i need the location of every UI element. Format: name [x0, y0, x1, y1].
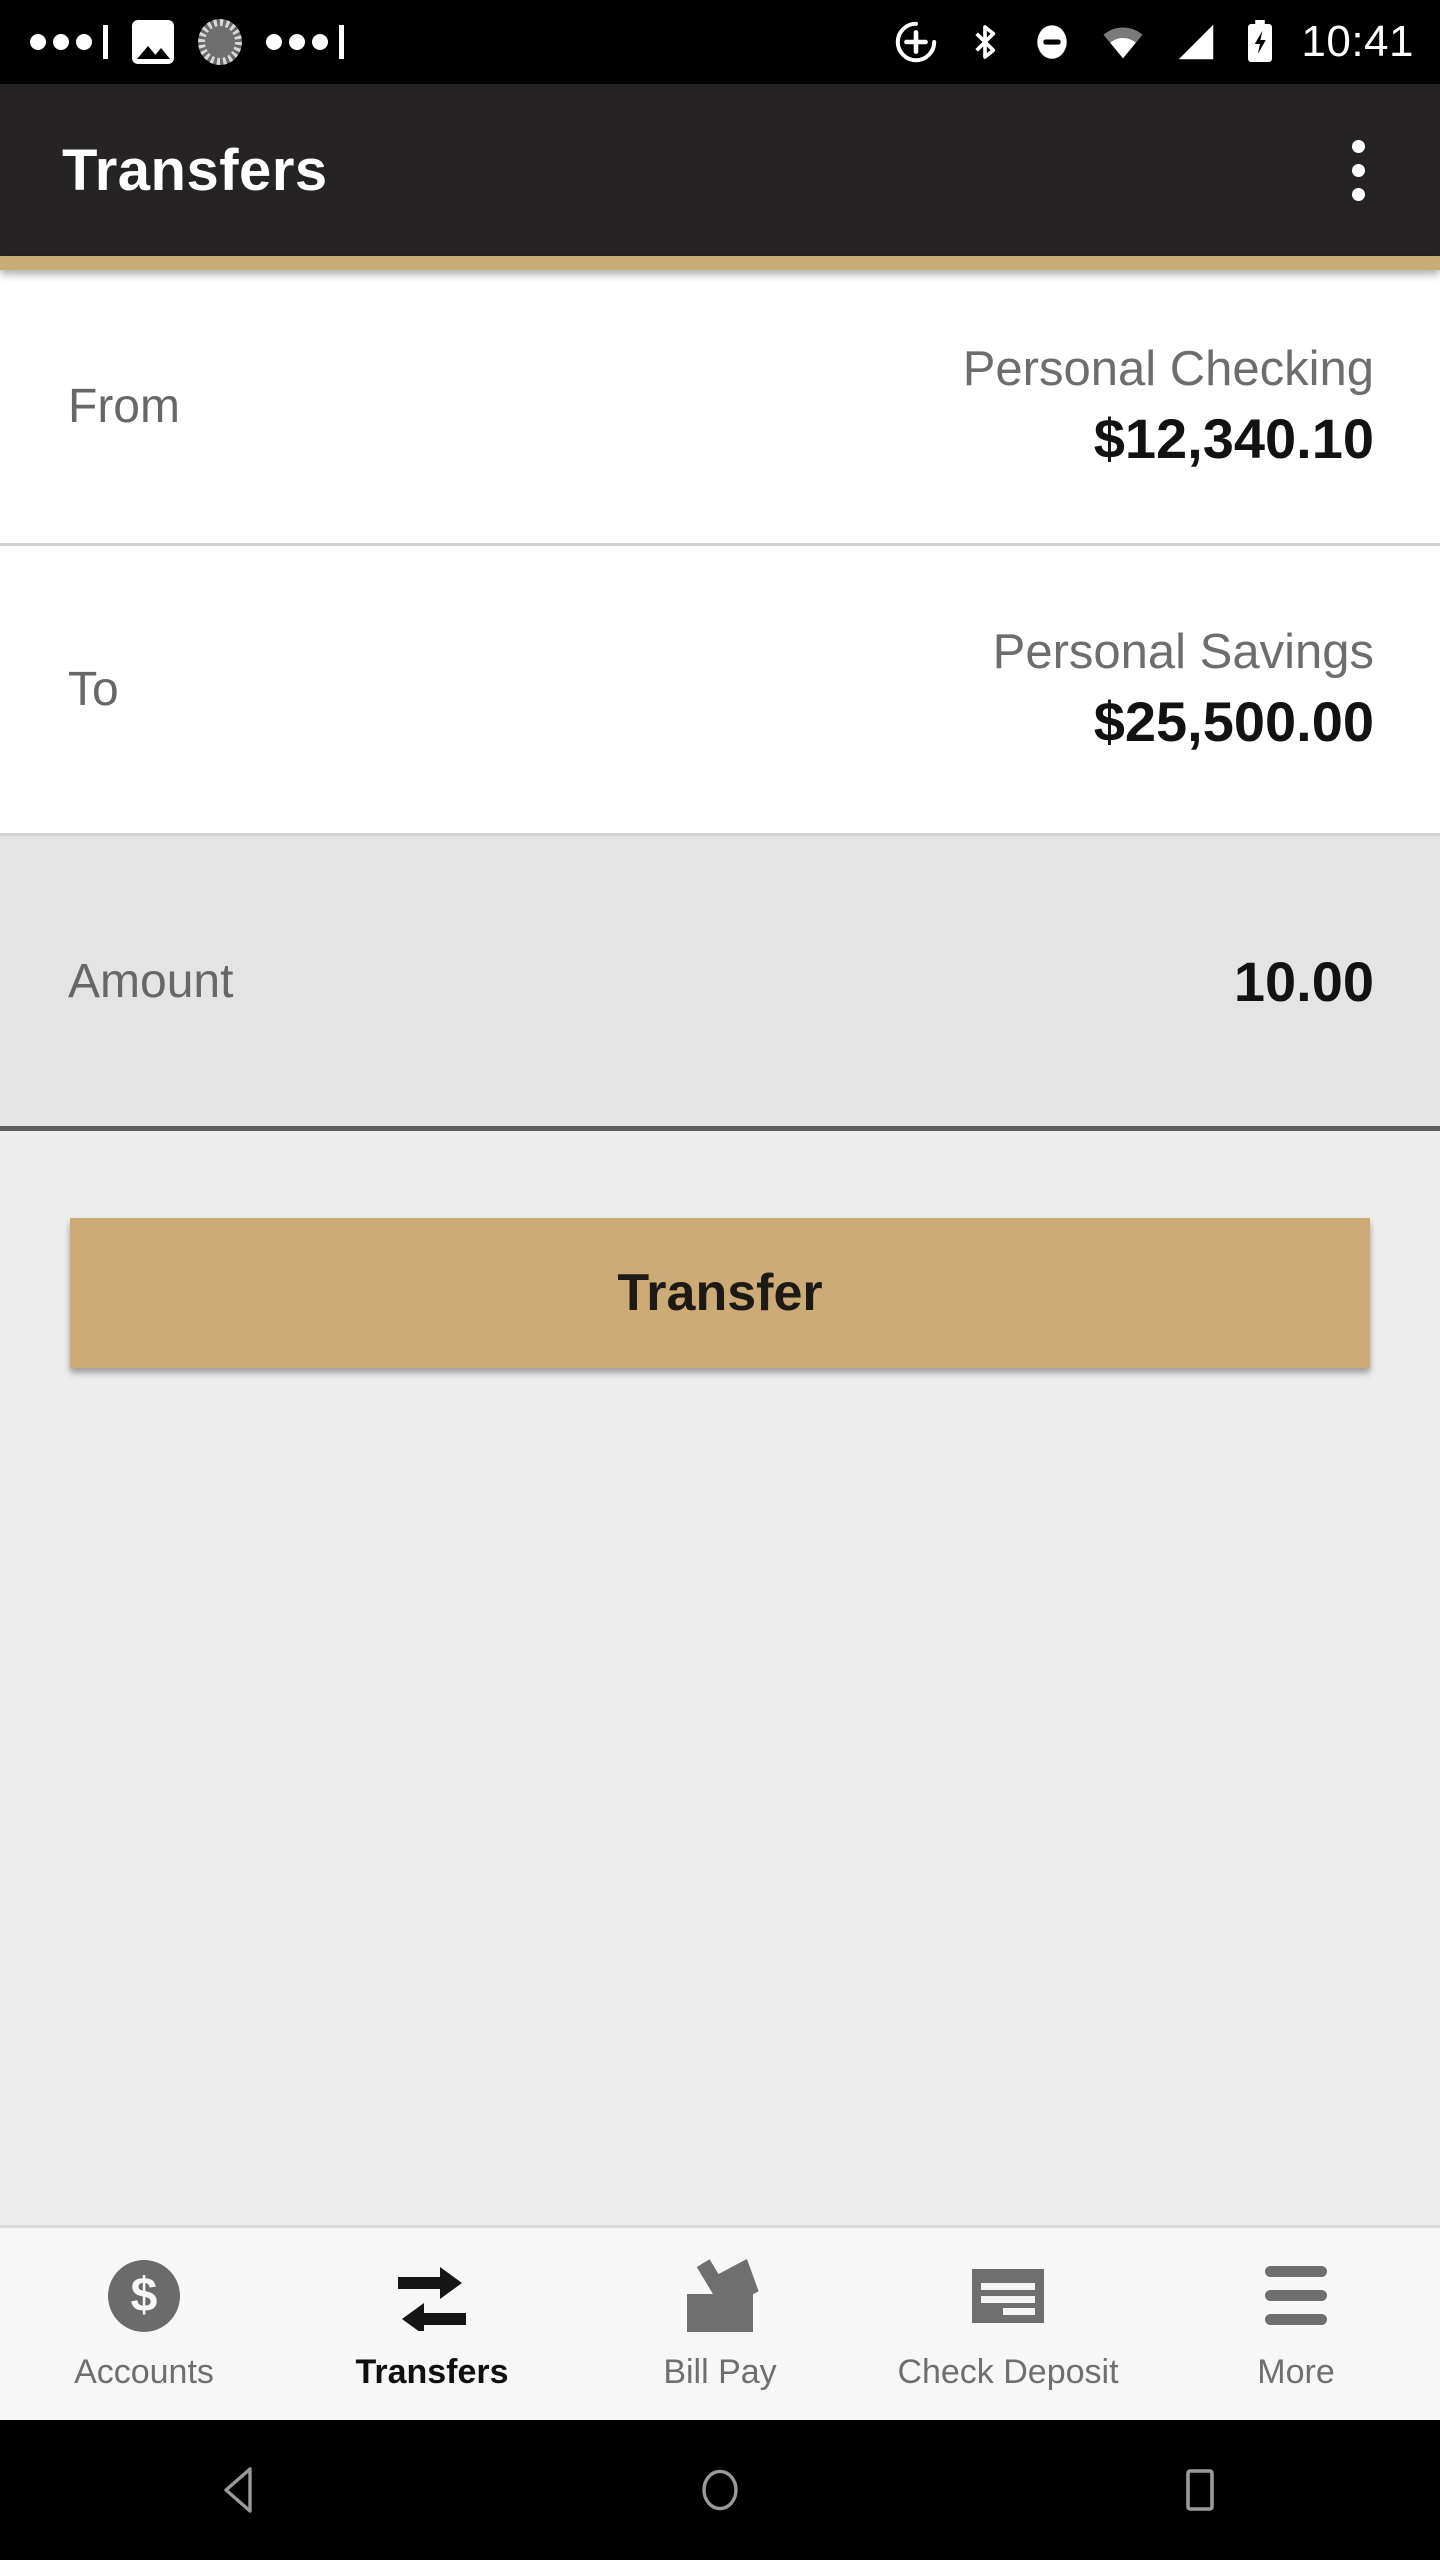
to-account-values: Personal Savings $25,500.00 — [993, 624, 1374, 756]
dollar-coin-icon: $ — [105, 2257, 183, 2335]
accent-bar — [0, 256, 1440, 270]
nav-label-accounts: Accounts — [74, 2352, 214, 2391]
notification-dots-icon-2 — [266, 25, 344, 59]
to-account-name: Personal Savings — [992, 624, 1374, 679]
cellular-signal-icon — [1179, 24, 1214, 60]
home-circle-icon[interactable] — [640, 2440, 800, 2540]
recents-square-icon[interactable] — [1120, 2440, 1280, 2540]
to-account-row[interactable]: To Personal Savings $25,500.00 — [0, 543, 1440, 833]
notification-dots-icon — [30, 25, 108, 59]
phone-screen: 10:41 Transfers From Personal Checking $… — [0, 0, 1440, 2560]
transfer-button[interactable]: Transfer — [70, 1218, 1370, 1368]
image-icon — [132, 20, 174, 64]
from-account-name: Personal Checking — [962, 341, 1374, 396]
nav-label-check-deposit: Check Deposit — [897, 2352, 1119, 2391]
status-bar-system-icons: 10:41 — [893, 17, 1414, 67]
android-navigation-bar — [0, 2420, 1440, 2560]
sync-spinner-icon — [198, 19, 242, 65]
nav-item-accounts[interactable]: $ Accounts — [0, 2228, 288, 2420]
bluetooth-icon — [975, 25, 996, 59]
location-add-icon — [896, 21, 937, 63]
overflow-menu-icon[interactable] — [1310, 122, 1406, 218]
mail-tray-icon — [681, 2257, 759, 2335]
hamburger-menu-icon — [1257, 2257, 1335, 2335]
status-bar-clock: 10:41 — [1301, 17, 1414, 66]
to-label: To — [68, 663, 119, 716]
nav-item-more[interactable]: More — [1152, 2228, 1440, 2420]
status-bar-notifications — [30, 19, 344, 65]
nav-item-transfers[interactable]: Transfers — [288, 2228, 576, 2420]
back-triangle-icon[interactable] — [160, 2440, 320, 2540]
status-bar: 10:41 — [0, 0, 1440, 84]
amount-row[interactable]: Amount 10.00 — [0, 833, 1440, 1131]
to-account-balance: $25,500.00 — [1093, 690, 1374, 754]
nav-label-more: More — [1257, 2352, 1335, 2391]
amount-input[interactable]: 10.00 — [1234, 949, 1374, 1014]
from-label: From — [68, 380, 180, 433]
nav-label-bill-pay: Bill Pay — [663, 2352, 777, 2391]
nav-item-check-deposit[interactable]: Check Deposit — [864, 2228, 1152, 2420]
transfer-arrows-icon — [393, 2257, 471, 2335]
page-title: Transfers — [62, 137, 328, 203]
check-document-icon — [969, 2257, 1047, 2335]
do-not-disturb-icon — [1037, 25, 1068, 59]
nav-label-transfers: Transfers — [355, 2352, 509, 2391]
transfer-form: From Personal Checking $12,340.10 To Per… — [0, 270, 1440, 1131]
amount-label: Amount — [68, 954, 234, 1008]
bottom-navigation: $ Accounts Transfers Bill Pay Check Depo… — [0, 2225, 1440, 2420]
from-account-row[interactable]: From Personal Checking $12,340.10 — [0, 270, 1440, 543]
from-account-balance: $12,340.10 — [1093, 407, 1374, 471]
wifi-icon — [1103, 27, 1143, 59]
app-bar: Transfers — [0, 84, 1440, 256]
content-area: Transfer — [0, 1131, 1440, 2225]
battery-charging-icon — [1248, 20, 1273, 62]
from-account-values: Personal Checking $12,340.10 — [963, 341, 1374, 473]
nav-item-bill-pay[interactable]: Bill Pay — [576, 2228, 864, 2420]
